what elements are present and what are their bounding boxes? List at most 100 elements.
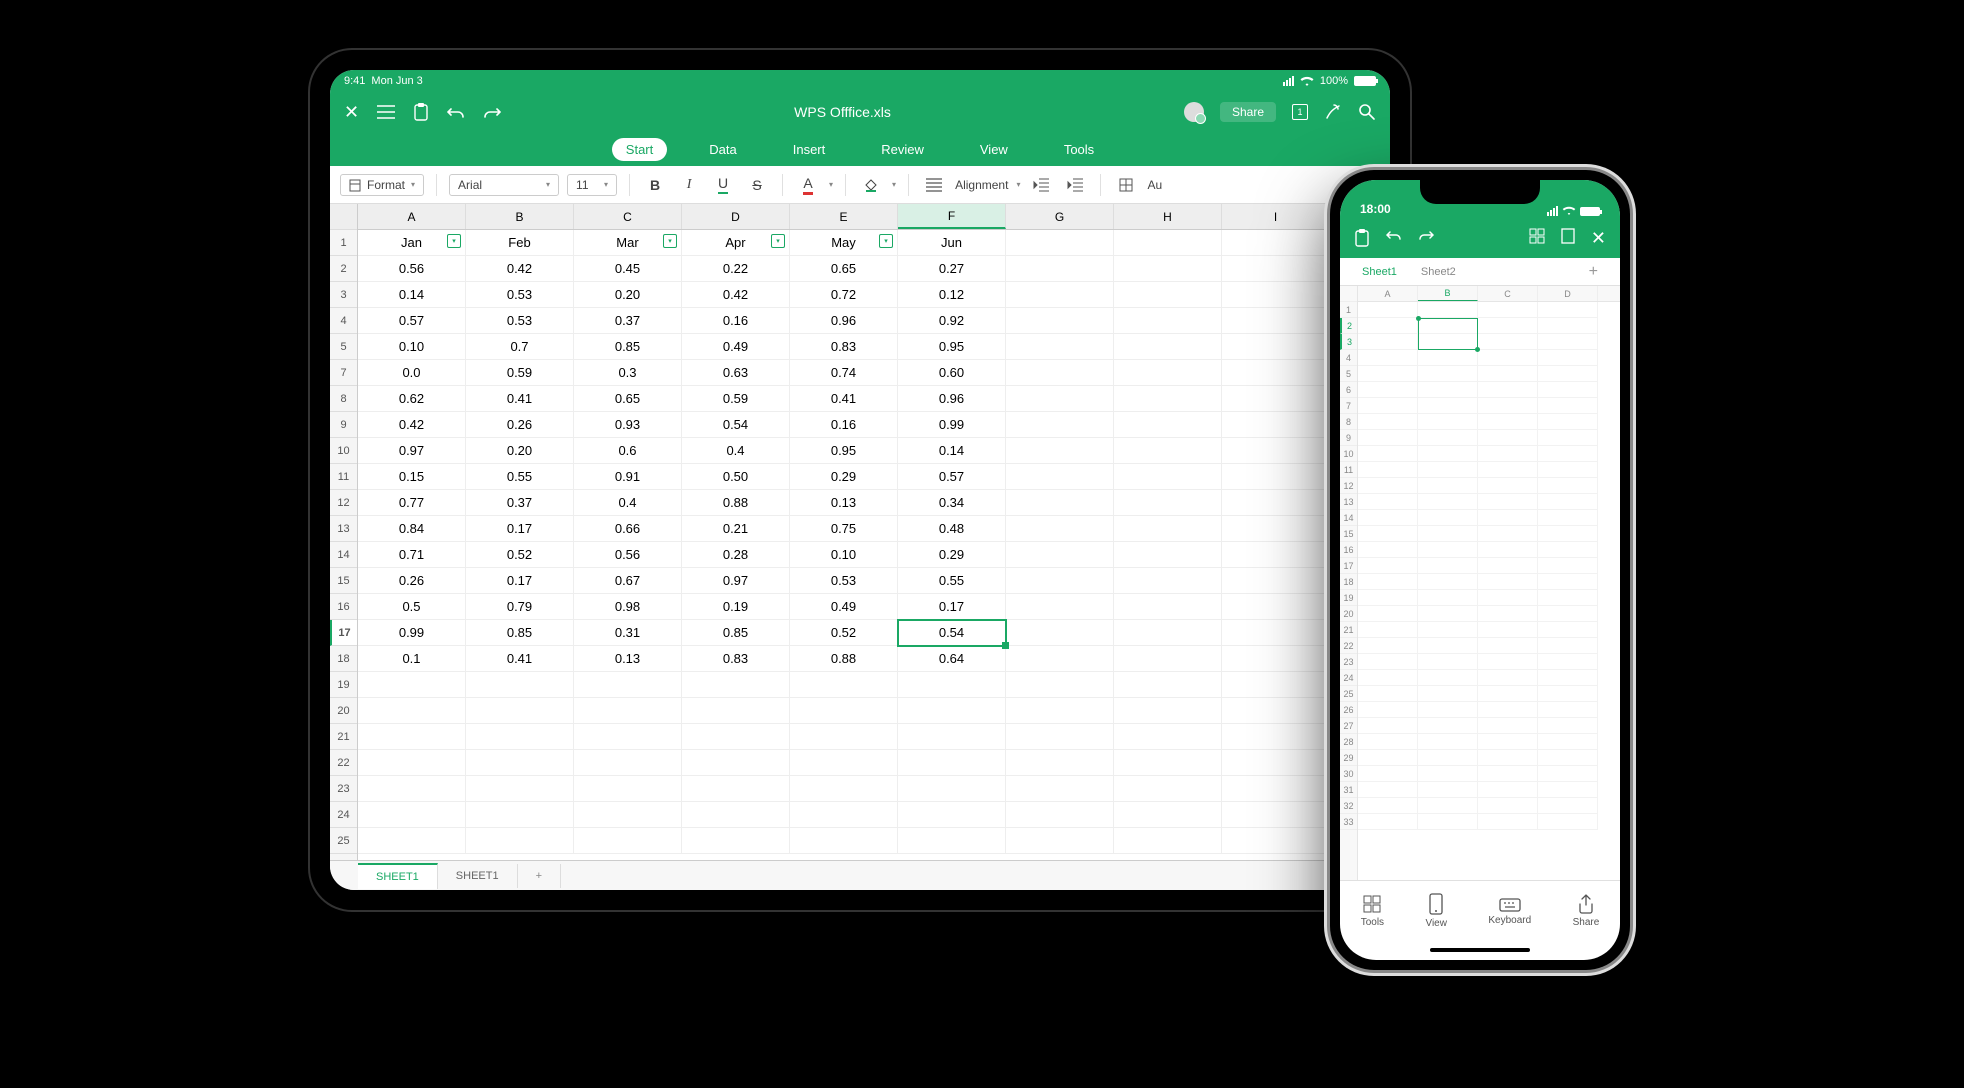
cell[interactable]: [1006, 828, 1114, 854]
row-header[interactable]: 23: [1340, 654, 1357, 670]
cell[interactable]: [1478, 574, 1538, 590]
cell[interactable]: 0.3: [574, 360, 682, 386]
row-header[interactable]: 25: [330, 828, 357, 854]
row-header[interactable]: 20: [1340, 606, 1357, 622]
cell[interactable]: [898, 802, 1006, 828]
cell[interactable]: [1538, 718, 1598, 734]
row-header[interactable]: 5: [330, 334, 357, 360]
cell[interactable]: [574, 776, 682, 802]
cell[interactable]: [1006, 386, 1114, 412]
row-header[interactable]: 4: [1340, 350, 1357, 366]
column-headers[interactable]: ABCDEFGHI: [358, 204, 1390, 230]
cell[interactable]: 0.17: [466, 568, 574, 594]
cell[interactable]: [1418, 526, 1478, 542]
row-header[interactable]: 9: [330, 412, 357, 438]
cell[interactable]: [358, 776, 466, 802]
cells-area[interactable]: ABCDEFGHI Jan▾FebMar▾Apr▾May▾Jun0.560.42…: [358, 204, 1390, 860]
cell[interactable]: 0.56: [358, 256, 466, 282]
cell[interactable]: [1114, 724, 1222, 750]
cell[interactable]: 0.62: [358, 386, 466, 412]
redo-icon[interactable]: [1418, 229, 1434, 247]
tab-start[interactable]: Start: [612, 138, 667, 161]
cell[interactable]: [1478, 814, 1538, 830]
row-header[interactable]: 31: [1340, 782, 1357, 798]
cell[interactable]: [1114, 438, 1222, 464]
header-cell[interactable]: Apr▾: [682, 230, 790, 256]
cell[interactable]: [1418, 606, 1478, 622]
col-header[interactable]: B: [1418, 286, 1478, 301]
row-header[interactable]: 10: [1340, 446, 1357, 462]
cell[interactable]: [1538, 398, 1598, 414]
cell[interactable]: 0.50: [682, 464, 790, 490]
cell[interactable]: [1114, 646, 1222, 672]
cell[interactable]: 0.17: [466, 516, 574, 542]
indent-increase-button[interactable]: [1062, 172, 1088, 198]
cell[interactable]: [1114, 282, 1222, 308]
header-cell[interactable]: Feb: [466, 230, 574, 256]
cell[interactable]: [1114, 360, 1222, 386]
cell[interactable]: 0.17: [898, 594, 1006, 620]
cell[interactable]: [1114, 698, 1222, 724]
cell[interactable]: [1358, 702, 1418, 718]
cell[interactable]: [1114, 620, 1222, 646]
cell[interactable]: [898, 698, 1006, 724]
view-button[interactable]: View: [1425, 893, 1447, 929]
cell[interactable]: 0.27: [898, 256, 1006, 282]
cell[interactable]: [1538, 462, 1598, 478]
cell[interactable]: [1114, 594, 1222, 620]
cell[interactable]: [1358, 430, 1418, 446]
cell[interactable]: 0.20: [466, 438, 574, 464]
cell[interactable]: [1538, 782, 1598, 798]
cell[interactable]: [1006, 724, 1114, 750]
cell[interactable]: [1418, 590, 1478, 606]
cell[interactable]: 0.41: [790, 386, 898, 412]
row-header[interactable]: 24: [330, 802, 357, 828]
cell[interactable]: [1222, 802, 1330, 828]
clipboard-icon[interactable]: [1354, 229, 1370, 247]
cell[interactable]: [1114, 828, 1222, 854]
cell[interactable]: [1418, 766, 1478, 782]
filter-dropdown-icon[interactable]: ▾: [447, 234, 461, 248]
row-header[interactable]: 12: [1340, 478, 1357, 494]
cell[interactable]: [790, 828, 898, 854]
col-header[interactable]: C: [1478, 286, 1538, 301]
cell[interactable]: [1222, 360, 1330, 386]
row-header[interactable]: 22: [330, 750, 357, 776]
cell[interactable]: [466, 776, 574, 802]
row-header[interactable]: 18: [1340, 574, 1357, 590]
row-header[interactable]: 10: [330, 438, 357, 464]
col-header[interactable]: H: [1114, 204, 1222, 229]
cell[interactable]: [358, 828, 466, 854]
cell[interactable]: 0.16: [790, 412, 898, 438]
cell[interactable]: [1478, 590, 1538, 606]
cell[interactable]: 0.14: [358, 282, 466, 308]
cell[interactable]: 0.26: [358, 568, 466, 594]
cell[interactable]: [1222, 334, 1330, 360]
cell[interactable]: 0.85: [682, 620, 790, 646]
cell[interactable]: 0.97: [682, 568, 790, 594]
cell[interactable]: [1538, 574, 1598, 590]
col-header[interactable]: D: [1538, 286, 1598, 301]
row-header[interactable]: 13: [330, 516, 357, 542]
cell[interactable]: 0.93: [574, 412, 682, 438]
share-button[interactable]: Share: [1220, 102, 1276, 122]
cell[interactable]: [1114, 776, 1222, 802]
cell[interactable]: [1114, 542, 1222, 568]
cell[interactable]: 0.55: [898, 568, 1006, 594]
cell[interactable]: [1478, 734, 1538, 750]
cell[interactable]: 0.53: [466, 308, 574, 334]
cell[interactable]: [898, 776, 1006, 802]
cell[interactable]: [790, 802, 898, 828]
alignment-label[interactable]: Alignment: [955, 178, 1008, 192]
cell[interactable]: [1418, 686, 1478, 702]
cell[interactable]: [1418, 558, 1478, 574]
cell[interactable]: [1358, 686, 1418, 702]
cell[interactable]: [1006, 256, 1114, 282]
cell[interactable]: 0.1: [358, 646, 466, 672]
cell[interactable]: [574, 828, 682, 854]
cell[interactable]: [1478, 542, 1538, 558]
phone-row-gutter[interactable]: 1234567891011121314151617181920212223242…: [1340, 286, 1358, 880]
cell[interactable]: [1114, 802, 1222, 828]
cell[interactable]: [1418, 814, 1478, 830]
cell[interactable]: [1418, 366, 1478, 382]
